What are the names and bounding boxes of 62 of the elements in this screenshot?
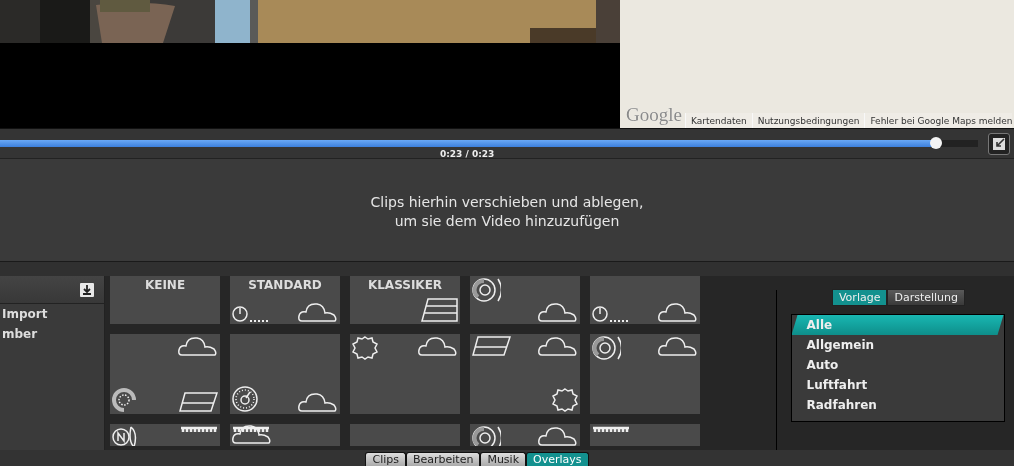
overlay-tile[interactable] <box>230 334 340 414</box>
time-label: 0:23 / 0:23 <box>440 149 495 159</box>
overlay-tile[interactable]: KEINE <box>110 276 220 324</box>
gauge-icon <box>472 278 501 303</box>
category-item[interactable]: Allgemein <box>791 335 1004 355</box>
map-link[interactable]: Kartendaten <box>684 113 752 128</box>
overlay-tile[interactable]: STANDARD <box>230 276 340 324</box>
ruler-icon <box>180 426 218 433</box>
download-icon[interactable] <box>80 282 94 297</box>
cloud-icon <box>298 302 338 322</box>
slant-icon <box>472 336 511 356</box>
cloud-icon <box>418 336 458 356</box>
ruler-icon <box>232 426 270 433</box>
category-item[interactable]: Radfahren <box>791 395 1004 415</box>
compass-icon <box>112 426 138 446</box>
progress-thumb[interactable] <box>929 137 942 149</box>
overlay-tile[interactable] <box>470 276 580 324</box>
overlay-tile[interactable] <box>590 424 700 446</box>
overlay-tile[interactable] <box>230 424 340 446</box>
cloud-icon <box>538 336 578 356</box>
gear-icon <box>552 388 578 412</box>
bars-icon <box>421 298 458 322</box>
overlay-tile[interactable]: KLASSIKER <box>350 276 460 324</box>
tab[interactable]: Musik <box>480 452 527 466</box>
clock-icon <box>232 306 270 322</box>
fullscreen-icon <box>992 136 1006 151</box>
tab[interactable]: Clips <box>365 452 406 466</box>
category-item[interactable]: Auto <box>791 355 1004 375</box>
clock-icon <box>592 306 630 322</box>
overlay-tile[interactable] <box>110 424 220 446</box>
overlay-tile[interactable] <box>350 424 460 446</box>
map-link[interactable]: Fehler bei Google Maps melden <box>864 113 1013 128</box>
cloud-icon <box>658 302 698 322</box>
tab[interactable]: Overlays <box>526 452 589 466</box>
cloud-icon <box>538 302 578 322</box>
ruler-icon <box>592 426 630 433</box>
overlay-tile[interactable] <box>110 334 220 414</box>
tab[interactable]: Bearbeiten <box>405 452 481 466</box>
slant-icon <box>179 392 218 412</box>
cloud-icon <box>298 392 338 412</box>
speedometer-icon <box>232 386 258 412</box>
overlay-tile[interactable] <box>470 424 580 446</box>
sidebar-item[interactable]: mber <box>0 324 104 344</box>
cloud-icon <box>232 424 272 444</box>
category-item[interactable]: Luftfahrt <box>791 375 1004 395</box>
gauge-icon <box>472 426 501 446</box>
cloud-icon <box>178 336 218 356</box>
gauge-icon <box>592 336 621 361</box>
gear-icon <box>352 336 378 360</box>
segment-tab[interactable]: Darstellung <box>887 289 966 306</box>
overlay-tile[interactable] <box>470 334 580 414</box>
ring-icon <box>112 388 136 412</box>
drop-hint: Clips hierhin verschieben und ablegen, um sie dem Video hinzuzufügen <box>370 193 644 231</box>
cloud-icon <box>538 426 578 446</box>
overlay-tile[interactable] <box>350 334 460 414</box>
overlay-tile[interactable] <box>590 276 700 324</box>
map-logo: Google <box>625 104 683 127</box>
overlay-tile[interactable] <box>590 334 700 414</box>
sidebar-item[interactable]: Import <box>0 304 104 324</box>
map-link[interactable]: Nutzungsbedingungen <box>751 113 865 128</box>
fullscreen-button[interactable] <box>988 132 1010 155</box>
cloud-icon <box>658 336 698 356</box>
